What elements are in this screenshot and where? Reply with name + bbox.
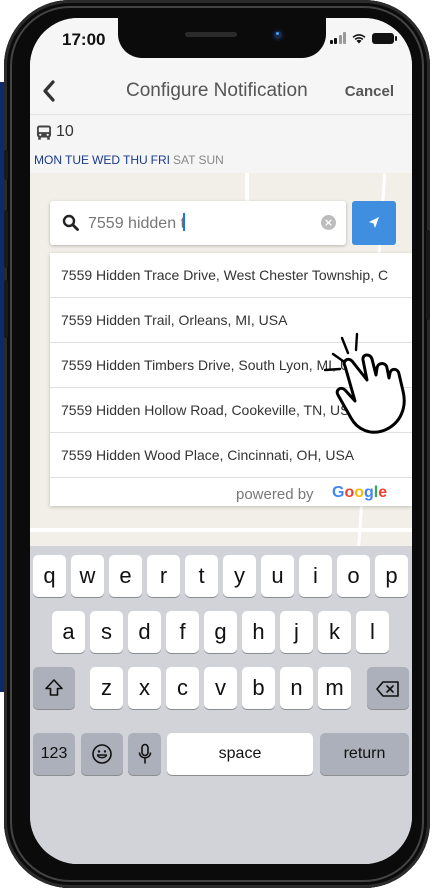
key-q[interactable]: q xyxy=(33,555,66,597)
back-button[interactable] xyxy=(42,76,56,107)
google-logo: Google xyxy=(332,484,388,501)
nav-bar: Configure Notification Cancel xyxy=(30,68,412,115)
chevron-left-icon xyxy=(43,80,55,102)
key-s[interactable]: s xyxy=(90,611,123,653)
days-of-week: MON TUE WED THU FRI SAT SUN xyxy=(34,153,227,167)
day-sat[interactable]: SAT xyxy=(173,153,195,167)
key-i[interactable]: i xyxy=(299,555,332,597)
wifi-icon xyxy=(352,34,366,44)
key-m[interactable]: m xyxy=(318,667,351,709)
return-key[interactable]: return xyxy=(320,733,409,775)
bus-icon xyxy=(37,125,51,140)
battery-icon xyxy=(372,33,397,44)
search-input-value: 7559 hidden t xyxy=(88,213,185,232)
key-t[interactable]: t xyxy=(185,555,218,597)
key-u[interactable]: u xyxy=(261,555,294,597)
map-road xyxy=(30,528,412,532)
dictation-key[interactable] xyxy=(128,733,161,775)
key-e[interactable]: e xyxy=(109,555,142,597)
powered-by-label: powered by xyxy=(236,486,314,503)
key-c[interactable]: c xyxy=(166,667,199,709)
key-j[interactable]: j xyxy=(280,611,313,653)
shift-key[interactable] xyxy=(33,667,75,709)
status-icons xyxy=(329,32,397,44)
key-p[interactable]: p xyxy=(375,555,408,597)
space-key[interactable]: space xyxy=(167,733,313,775)
cancel-button[interactable]: Cancel xyxy=(345,83,394,100)
microphone-icon xyxy=(138,743,151,764)
key-f[interactable]: f xyxy=(166,611,199,653)
notch xyxy=(118,18,326,58)
front-camera xyxy=(272,29,284,41)
key-y[interactable]: y xyxy=(223,555,256,597)
key-r[interactable]: r xyxy=(147,555,180,597)
key-w[interactable]: w xyxy=(71,555,104,597)
key-v[interactable]: v xyxy=(204,667,237,709)
volume-down-button xyxy=(4,280,8,338)
key-o[interactable]: o xyxy=(337,555,370,597)
power-button xyxy=(426,230,430,320)
signal-icon xyxy=(329,32,346,44)
backspace-icon xyxy=(376,681,399,697)
key-k[interactable]: k xyxy=(318,611,351,653)
search-input[interactable]: 7559 hidden t × xyxy=(50,201,346,245)
day-mon[interactable]: MON xyxy=(34,153,62,167)
search-icon xyxy=(62,214,79,231)
text-caret xyxy=(182,213,185,231)
key-n[interactable]: n xyxy=(280,667,313,709)
powered-by-google: powered by Google xyxy=(50,478,412,506)
emoji-key[interactable] xyxy=(81,733,123,775)
day-fri[interactable]: FRI xyxy=(151,153,170,167)
shift-icon xyxy=(45,679,63,696)
clear-icon[interactable]: × xyxy=(321,215,336,230)
backspace-key[interactable] xyxy=(367,667,409,709)
day-thu[interactable]: THU xyxy=(123,153,148,167)
key-b[interactable]: b xyxy=(242,667,275,709)
key-z[interactable]: z xyxy=(90,667,123,709)
key-l[interactable]: l xyxy=(356,611,389,653)
key-d[interactable]: d xyxy=(128,611,161,653)
volume-up-button xyxy=(4,210,8,268)
phone-screen: 17:00 Configure Notification Cancel 10 M… xyxy=(30,18,412,864)
status-bar: 17:00 xyxy=(30,18,412,68)
route-info: 10 MON TUE WED THU FRI SAT SUN xyxy=(30,115,412,173)
mute-switch xyxy=(4,150,8,180)
key-g[interactable]: g xyxy=(204,611,237,653)
keyboard: q w e r t y u i o p a s d f g h j k l z … xyxy=(30,546,412,864)
key-h[interactable]: h xyxy=(242,611,275,653)
locate-button[interactable] xyxy=(352,201,396,245)
key-x[interactable]: x xyxy=(128,667,161,709)
speaker xyxy=(185,32,237,37)
location-arrow-icon xyxy=(369,217,379,228)
status-time: 17:00 xyxy=(62,30,106,49)
emoji-icon xyxy=(92,744,112,764)
list-item[interactable]: 7559 Hidden Trace Drive, West Chester To… xyxy=(50,253,412,298)
day-wed[interactable]: WED xyxy=(92,153,120,167)
day-tue[interactable]: TUE xyxy=(65,153,89,167)
numbers-key[interactable]: 123 xyxy=(33,733,75,775)
day-sun[interactable]: SUN xyxy=(198,153,223,167)
route-number: 10 xyxy=(56,123,74,140)
tap-gesture-icon xyxy=(323,332,406,434)
page-title: Configure Notification xyxy=(126,80,308,101)
key-a[interactable]: a xyxy=(52,611,85,653)
